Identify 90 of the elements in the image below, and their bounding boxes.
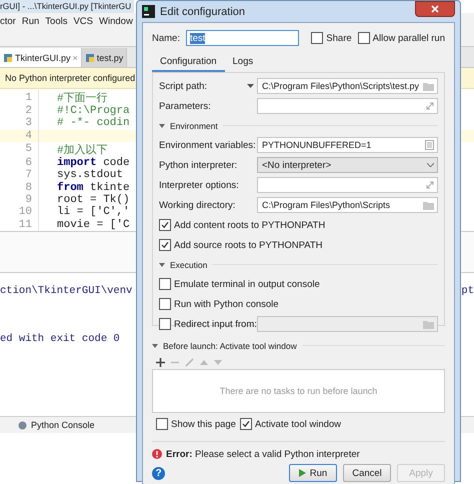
- line-number: 4: [24, 130, 33, 142]
- code-line: # -*- codin: [57, 117, 130, 130]
- check-icon: [242, 420, 250, 428]
- dialog-button[interactable]: Cancel: [343, 464, 391, 482]
- window-title: rGUI] - ...\TkinterGUI.py [TkinterGU: [0, 0, 134, 13]
- run-button[interactable]: Run: [289, 464, 337, 482]
- close-icon: [431, 5, 439, 13]
- check-icon: [161, 221, 169, 229]
- code-line: root = Tk(): [57, 194, 130, 206]
- chevron-icon: [427, 163, 434, 167]
- field-label: Working directory:: [159, 200, 236, 210]
- checkbox[interactable]: [159, 219, 171, 231]
- checkbox[interactable]: [240, 418, 252, 430]
- checkbox-label[interactable]: Share: [326, 32, 352, 44]
- line-number: 1: [24, 92, 33, 104]
- error-message: Error: Please select a valid Python interpreter: [166, 448, 360, 460]
- task-list: There are no tasks to run before launch: [152, 369, 445, 413]
- checkbox-label[interactable]: Run with Python console: [174, 298, 279, 310]
- field-label: Parameters:: [159, 100, 211, 112]
- checkbox-label[interactable]: Show this page: [171, 418, 236, 430]
- input-field[interactable]: [257, 98, 438, 114]
- python-icon: [18, 420, 27, 430]
- line-number: 10: [18, 206, 33, 218]
- text-field[interactable]: C:\Program Files\Python\Scripts\test.py: [257, 78, 438, 94]
- input-field[interactable]: [257, 177, 438, 193]
- check-icon: [161, 241, 169, 249]
- add-icon[interactable]: [156, 358, 165, 366]
- collapse-arrow-icon[interactable]: [159, 124, 165, 128]
- checkbox[interactable]: [159, 278, 171, 290]
- section-header: Execution: [170, 260, 208, 270]
- checkbox-label[interactable]: Activate tool window: [254, 418, 342, 430]
- field-label: Name:: [152, 32, 180, 44]
- tool-window-button[interactable]: Python Console: [31, 420, 95, 430]
- code-line: #下面一行: [57, 91, 108, 105]
- error-icon: [152, 449, 162, 459]
- dropdown-arrow-icon[interactable]: [247, 84, 254, 88]
- menu-item[interactable]: ctor: [0, 16, 16, 27]
- menu-item[interactable]: Window: [99, 16, 133, 27]
- collapse-arrow-icon[interactable]: [152, 344, 158, 348]
- collapse-arrow-icon[interactable]: [159, 262, 165, 266]
- field-label: Environment variables:: [159, 140, 256, 150]
- code-line: li = ['C',': [57, 206, 130, 218]
- checkbox[interactable]: [311, 32, 324, 44]
- line-number: 8: [24, 182, 33, 194]
- menu-item[interactable]: Tools: [45, 16, 68, 27]
- line-number: 5: [24, 143, 33, 156]
- dialog-title: Edit configuration: [160, 6, 246, 18]
- line-number: 2: [24, 105, 33, 118]
- app-icon: [142, 5, 155, 18]
- checkbox[interactable]: [156, 418, 168, 430]
- play-icon: [298, 469, 306, 477]
- interpreter-dropdown[interactable]: <No interpreter>: [257, 157, 438, 173]
- checkbox[interactable]: [159, 239, 171, 251]
- menu-item[interactable]: VCS: [73, 16, 94, 27]
- line-number: 7: [24, 169, 33, 182]
- editor-tab[interactable]: TkinterGUI.py ×: [0, 48, 82, 67]
- checkbox-label[interactable]: Emulate terminal in output console: [174, 278, 320, 290]
- checkbox-label[interactable]: Add content roots to PYTHONPATH: [174, 220, 326, 230]
- console-line: ed with exit code 0: [0, 333, 120, 345]
- python-file-icon: [84, 52, 95, 62]
- line-number: 9: [24, 194, 33, 206]
- code-line: #!C:\Progra: [57, 105, 130, 118]
- code-line: from tkinte: [57, 182, 130, 194]
- field-label: Python interpreter:: [159, 160, 238, 170]
- checkbox[interactable]: [159, 298, 171, 310]
- help-button[interactable]: ?: [152, 466, 165, 480]
- text-field[interactable]: PYTHONUNBUFFERED=1: [257, 137, 438, 153]
- line-number: 11: [18, 218, 33, 231]
- code-line: movie = ['C: [57, 218, 130, 231]
- line-number: 6: [24, 157, 33, 170]
- python-file-icon: [3, 52, 13, 62]
- console-line: ction\TkinterGUI\venv: [0, 285, 132, 297]
- code-line: import code: [57, 157, 130, 170]
- close-button[interactable]: [415, 1, 455, 17]
- section-header: Environment: [170, 120, 218, 130]
- code-line: sys.stdout: [57, 169, 124, 182]
- name-field[interactable]: test: [186, 30, 300, 46]
- checkbox[interactable]: [358, 32, 370, 44]
- text-field[interactable]: C:\Program Files\Python\Scripts: [257, 197, 438, 213]
- editor-tab[interactable]: test.py: [82, 48, 128, 67]
- section-header: Before launch: Activate tool window: [163, 340, 297, 350]
- tab[interactable]: Configuration: [152, 52, 225, 72]
- checkbox-label[interactable]: Allow parallel run: [372, 32, 445, 44]
- checkbox-label[interactable]: Add source roots to PYTHONPATH: [174, 240, 323, 250]
- console-line: pt: [461, 285, 474, 297]
- field-label: Interpreter options:: [159, 180, 239, 190]
- line-number: 3: [24, 117, 33, 130]
- code-line: #加入以下: [57, 143, 108, 157]
- menu-item[interactable]: Run: [22, 16, 40, 27]
- field-label: Script path:: [159, 80, 208, 92]
